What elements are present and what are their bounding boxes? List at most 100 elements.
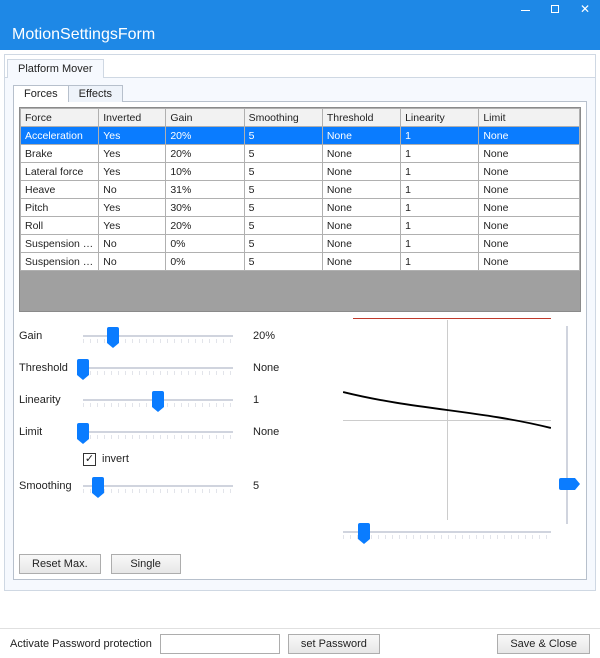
cell-gain[interactable]: 0% — [166, 253, 244, 271]
cell-inverted[interactable]: Yes — [99, 163, 166, 181]
table-row[interactable]: Suspension rightNo0%5None1None — [21, 253, 580, 271]
cell-inverted[interactable]: Yes — [99, 199, 166, 217]
cell-inverted[interactable]: No — [99, 235, 166, 253]
maximize-button[interactable] — [540, 0, 570, 18]
tab-forces[interactable]: Forces — [13, 85, 69, 102]
table-row[interactable]: HeaveNo31%5None1None — [21, 181, 580, 199]
reset-max-button[interactable]: Reset Max. — [19, 554, 101, 574]
minimize-button[interactable] — [510, 0, 540, 18]
threshold-slider[interactable] — [83, 356, 233, 380]
cell-force[interactable]: Lateral force — [21, 163, 99, 181]
cell-limit[interactable]: None — [479, 235, 580, 253]
cell-inverted[interactable]: Yes — [99, 145, 166, 163]
cell-limit[interactable]: None — [479, 217, 580, 235]
threshold-slider-thumb[interactable] — [77, 359, 89, 375]
col-gain[interactable]: Gain — [166, 109, 244, 127]
forces-grid[interactable]: Force Inverted Gain Smoothing Threshold … — [19, 107, 581, 312]
linearity-value: 1 — [233, 394, 283, 406]
chart-horizontal-slider-thumb[interactable] — [358, 523, 370, 539]
table-row[interactable]: RollYes20%5None1None — [21, 217, 580, 235]
cell-force[interactable]: Suspension left — [21, 235, 99, 253]
cell-force[interactable]: Acceleration — [21, 127, 99, 145]
table-row[interactable]: BrakeYes20%5None1None — [21, 145, 580, 163]
limit-slider[interactable] — [83, 420, 233, 444]
cell-inverted[interactable]: Yes — [99, 217, 166, 235]
cell-smoothing[interactable]: 5 — [244, 145, 322, 163]
cell-gain[interactable]: 20% — [166, 127, 244, 145]
col-force[interactable]: Force — [21, 109, 99, 127]
cell-threshold[interactable]: None — [322, 163, 400, 181]
col-inverted[interactable]: Inverted — [99, 109, 166, 127]
cell-limit[interactable]: None — [479, 145, 580, 163]
col-limit[interactable]: Limit — [479, 109, 580, 127]
tab-effects[interactable]: Effects — [68, 85, 123, 102]
cell-smoothing[interactable]: 5 — [244, 181, 322, 199]
window-titlebar: MotionSettingsForm — [0, 0, 600, 50]
cell-limit[interactable]: None — [479, 163, 580, 181]
tab-platform-mover[interactable]: Platform Mover — [7, 59, 104, 78]
cell-gain[interactable]: 20% — [166, 217, 244, 235]
cell-linearity[interactable]: 1 — [401, 235, 479, 253]
limit-slider-thumb[interactable] — [77, 423, 89, 439]
cell-threshold[interactable]: None — [322, 127, 400, 145]
cell-linearity[interactable]: 1 — [401, 217, 479, 235]
cell-inverted[interactable]: No — [99, 181, 166, 199]
cell-limit[interactable]: None — [479, 181, 580, 199]
cell-smoothing[interactable]: 5 — [244, 163, 322, 181]
cell-smoothing[interactable]: 5 — [244, 199, 322, 217]
chart-vertical-slider[interactable] — [557, 326, 577, 524]
cell-threshold[interactable]: None — [322, 145, 400, 163]
cell-threshold[interactable]: None — [322, 217, 400, 235]
cell-gain[interactable]: 20% — [166, 145, 244, 163]
cell-smoothing[interactable]: 5 — [244, 127, 322, 145]
cell-linearity[interactable]: 1 — [401, 145, 479, 163]
cell-linearity[interactable]: 1 — [401, 253, 479, 271]
save-close-button[interactable]: Save & Close — [497, 634, 590, 654]
cell-force[interactable]: Brake — [21, 145, 99, 163]
chart-vertical-slider-thumb[interactable] — [559, 478, 575, 490]
table-row[interactable]: Lateral forceYes10%5None1None — [21, 163, 580, 181]
cell-gain[interactable]: 30% — [166, 199, 244, 217]
table-row[interactable]: AccelerationYes20%5None1None — [21, 127, 580, 145]
cell-linearity[interactable]: 1 — [401, 199, 479, 217]
password-input[interactable] — [160, 634, 280, 654]
cell-inverted[interactable]: Yes — [99, 127, 166, 145]
cell-threshold[interactable]: None — [322, 253, 400, 271]
set-password-button[interactable]: set Password — [288, 634, 380, 654]
cell-smoothing[interactable]: 5 — [244, 235, 322, 253]
gain-slider-thumb[interactable] — [107, 327, 119, 343]
table-row[interactable]: PitchYes30%5None1None — [21, 199, 580, 217]
cell-force[interactable]: Suspension right — [21, 253, 99, 271]
cell-threshold[interactable]: None — [322, 199, 400, 217]
cell-limit[interactable]: None — [479, 253, 580, 271]
cell-limit[interactable]: None — [479, 199, 580, 217]
cell-linearity[interactable]: 1 — [401, 127, 479, 145]
col-smoothing[interactable]: Smoothing — [244, 109, 322, 127]
single-button[interactable]: Single — [111, 554, 181, 574]
col-linearity[interactable]: Linearity — [401, 109, 479, 127]
cell-gain[interactable]: 0% — [166, 235, 244, 253]
cell-gain[interactable]: 31% — [166, 181, 244, 199]
cell-inverted[interactable]: No — [99, 253, 166, 271]
cell-smoothing[interactable]: 5 — [244, 253, 322, 271]
cell-threshold[interactable]: None — [322, 235, 400, 253]
cell-force[interactable]: Heave — [21, 181, 99, 199]
table-row[interactable]: Suspension leftNo0%5None1None — [21, 235, 580, 253]
linearity-slider-thumb[interactable] — [152, 391, 164, 407]
cell-smoothing[interactable]: 5 — [244, 217, 322, 235]
close-button[interactable] — [570, 0, 600, 18]
cell-linearity[interactable]: 1 — [401, 181, 479, 199]
cell-linearity[interactable]: 1 — [401, 163, 479, 181]
cell-force[interactable]: Pitch — [21, 199, 99, 217]
col-threshold[interactable]: Threshold — [322, 109, 400, 127]
cell-limit[interactable]: None — [479, 127, 580, 145]
smoothing-slider-thumb[interactable] — [92, 477, 104, 493]
chart-horizontal-slider[interactable] — [343, 520, 551, 544]
gain-slider[interactable] — [83, 324, 233, 348]
cell-threshold[interactable]: None — [322, 181, 400, 199]
smoothing-slider[interactable] — [83, 474, 233, 498]
cell-gain[interactable]: 10% — [166, 163, 244, 181]
linearity-slider[interactable] — [83, 388, 233, 412]
cell-force[interactable]: Roll — [21, 217, 99, 235]
invert-checkbox[interactable] — [83, 453, 96, 466]
